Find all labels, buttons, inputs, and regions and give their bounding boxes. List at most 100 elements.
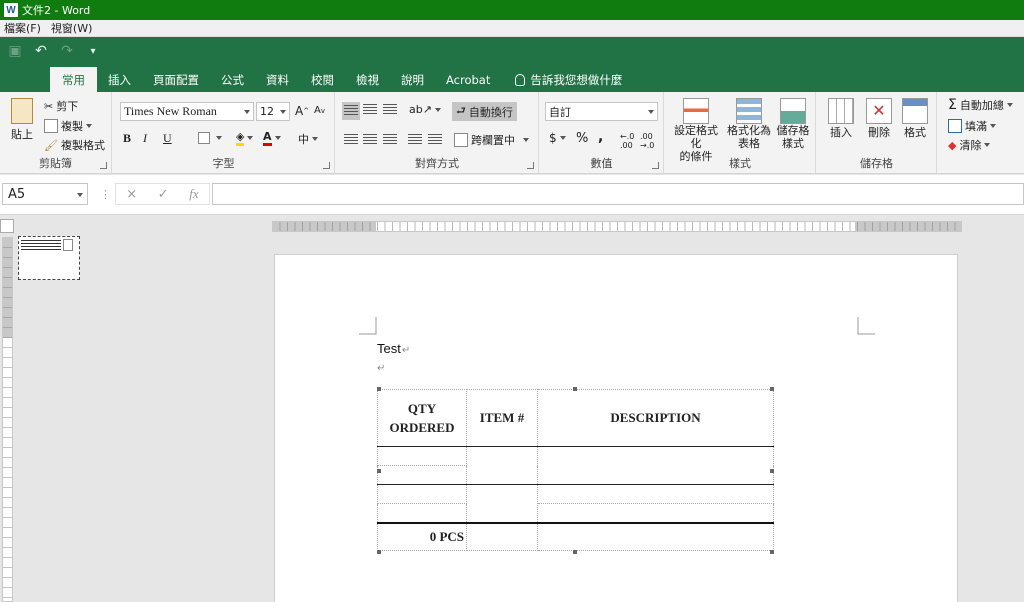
conditional-format-button[interactable]: 設定格式化 的條件 [671, 98, 721, 163]
align-right-button[interactable] [383, 134, 397, 146]
table-cell[interactable] [537, 484, 774, 504]
undo-icon[interactable]: ↶ [30, 41, 52, 61]
resize-handle[interactable] [377, 550, 381, 554]
table-cell[interactable] [537, 521, 774, 551]
align-top-button[interactable] [342, 102, 360, 120]
resize-handle[interactable] [770, 550, 774, 554]
clipboard-launcher-icon[interactable] [100, 162, 107, 169]
vertical-ruler[interactable] [2, 237, 13, 602]
comma-button[interactable]: , [598, 129, 603, 145]
order-table[interactable]: QTY ORDERED ITEM # DESCRIPTION 0 PCS [377, 389, 774, 551]
tab-help[interactable]: 說明 [390, 67, 435, 92]
resize-handle[interactable] [573, 387, 577, 391]
bold-button[interactable]: B [123, 131, 131, 146]
copy-button[interactable]: 複製 [44, 118, 92, 134]
underline-button[interactable]: U [163, 131, 172, 146]
insert-cells-button[interactable]: 插入 [825, 98, 857, 140]
formula-input[interactable] [212, 183, 1024, 205]
document-page[interactable]: Test↵ ↵ QTY ORDERED ITEM # DESCRIPTION 0… [274, 254, 958, 602]
enter-icon[interactable]: ✓ [158, 187, 169, 202]
align-left-button[interactable] [344, 134, 358, 146]
merge-center-button[interactable]: 跨欄置中 [454, 132, 529, 148]
font-launcher-icon[interactable] [323, 162, 330, 169]
font-color-button[interactable]: A [263, 130, 281, 146]
increase-font-icon[interactable]: A ^ [295, 104, 309, 118]
font-size-dropdown[interactable]: 12 [256, 102, 290, 121]
total-pcs-cell[interactable]: 0 PCS [377, 521, 467, 551]
tab-review[interactable]: 校閱 [300, 67, 345, 92]
percent-button[interactable]: % [576, 131, 588, 146]
tab-acrobat[interactable]: Acrobat [435, 67, 501, 92]
resize-handle[interactable] [770, 469, 774, 473]
tab-insert[interactable]: 插入 [97, 67, 142, 92]
delete-cells-button[interactable]: ✕ 刪除 [863, 98, 895, 140]
cancel-icon[interactable]: × [126, 187, 137, 202]
tab-data[interactable]: 資料 [255, 67, 300, 92]
table-cell[interactable] [537, 446, 774, 485]
resize-handle[interactable] [573, 550, 577, 554]
fill-down-icon [948, 119, 962, 133]
currency-button[interactable]: $ [549, 131, 566, 145]
align-bottom-button[interactable] [383, 104, 397, 116]
table-cell[interactable] [466, 484, 538, 523]
tab-selector[interactable] [0, 219, 14, 233]
table-row [377, 503, 774, 523]
alignment-launcher-icon[interactable] [527, 162, 534, 169]
wrap-text-button[interactable]: ⮐ 自動換行 [452, 102, 517, 121]
save-icon[interactable]: ▣ [4, 41, 26, 61]
body-text[interactable]: Test↵ [377, 341, 410, 356]
customize-qat-icon[interactable]: ▾ [82, 41, 104, 61]
table-cell[interactable] [466, 521, 538, 551]
resize-handle[interactable] [377, 387, 381, 391]
tab-formulas[interactable]: 公式 [210, 67, 255, 92]
name-box[interactable]: A5 [2, 183, 88, 205]
decrease-indent-button[interactable] [408, 134, 422, 146]
resize-handle[interactable] [377, 469, 381, 473]
number-format-dropdown[interactable]: 自訂 [545, 102, 658, 121]
menu-window[interactable]: 視窗(W) [47, 20, 98, 36]
insert-function-icon[interactable]: fx [189, 186, 198, 202]
table-cell[interactable] [466, 446, 538, 485]
paste-button[interactable]: 貼上 [8, 98, 36, 142]
increase-indent-button[interactable] [428, 134, 442, 146]
clear-button[interactable]: ◆ 清除 [948, 137, 991, 153]
align-middle-button[interactable] [363, 104, 377, 116]
table-cell[interactable] [377, 465, 467, 485]
tab-page-layout[interactable]: 頁面配置 [142, 67, 210, 92]
tab-home[interactable]: 常用 [50, 67, 97, 92]
redo-icon[interactable]: ↷ [56, 41, 78, 61]
table-cell[interactable] [377, 484, 467, 504]
number-format-value: 自訂 [549, 105, 571, 119]
table-cell[interactable] [377, 503, 467, 523]
header-item-number[interactable]: ITEM # [466, 389, 538, 447]
fill-color-button[interactable]: ◈ [236, 130, 254, 146]
tab-view[interactable]: 檢視 [345, 67, 390, 92]
align-bottom-icon [383, 104, 397, 116]
align-center-button[interactable] [363, 134, 377, 146]
decrease-decimal-icon[interactable]: .00 →.0 [640, 132, 654, 150]
number-launcher-icon[interactable] [652, 162, 659, 169]
format-as-table-button[interactable]: 格式化為 表格 [727, 98, 771, 150]
table-cell[interactable] [377, 446, 467, 466]
menu-file[interactable]: 檔案(F) [0, 20, 47, 36]
embedded-object-selection[interactable] [18, 236, 80, 280]
italic-button[interactable]: I [143, 131, 147, 146]
resize-handle[interactable] [770, 387, 774, 391]
table-cell[interactable] [537, 503, 774, 523]
decrease-font-icon[interactable]: Av [314, 105, 325, 116]
format-cells-button[interactable]: 格式 [899, 98, 931, 140]
cut-button[interactable]: ✂ 剪下 [44, 98, 78, 114]
horizontal-ruler[interactable] [272, 221, 962, 232]
format-painter-button[interactable]: 🖌 複製格式 [44, 137, 105, 153]
cell-styles-button[interactable]: 儲存格 樣式 [773, 98, 813, 150]
borders-button[interactable] [198, 132, 222, 144]
autosum-button[interactable]: Σ 自動加總 [948, 97, 1013, 113]
increase-decimal-icon[interactable]: ←.0.00 [620, 132, 634, 150]
header-qty-ordered[interactable]: QTY ORDERED [377, 389, 467, 447]
tell-me-box[interactable]: 告訴我您想做什麼 [501, 67, 633, 92]
font-name-dropdown[interactable]: Times New Roman [120, 102, 254, 121]
orientation-button[interactable]: ab↗ [409, 103, 441, 116]
header-description[interactable]: DESCRIPTION [537, 389, 774, 447]
fill-button[interactable]: 填滿 [948, 118, 996, 134]
phonetic-button[interactable]: 中 [298, 131, 318, 147]
